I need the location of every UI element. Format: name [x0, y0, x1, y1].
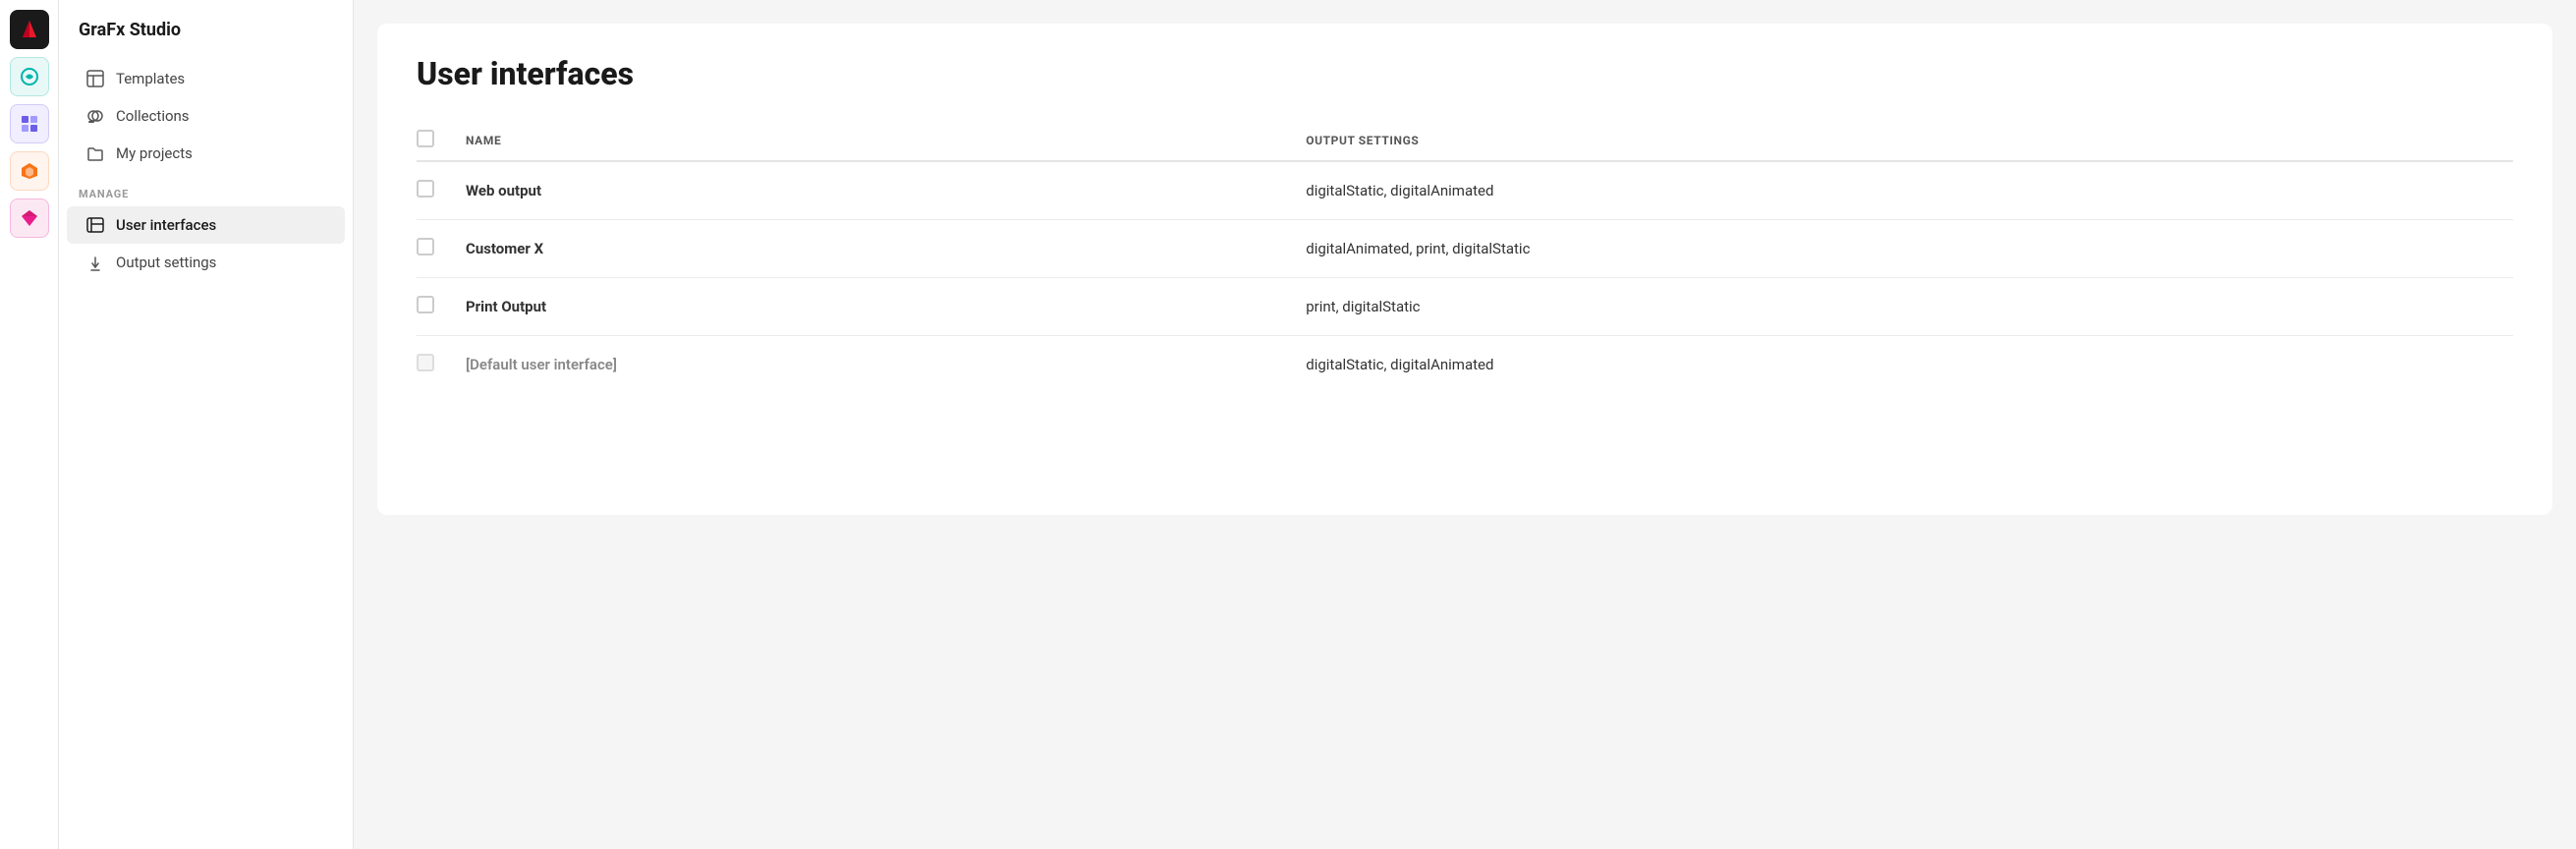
manage-section-label: MANAGE: [59, 172, 353, 206]
content-card: User interfaces NAME OUTPUT SETTINGS Web…: [377, 24, 2552, 515]
row-checkbox-0: [417, 161, 466, 220]
table-row: Web outputdigitalStatic, digitalAnimated: [417, 161, 2513, 220]
grafx-logo-icon[interactable]: [10, 10, 49, 49]
sidebar-item-outputsettings-label: Output settings: [116, 254, 216, 271]
sidebar-item-myprojects[interactable]: My projects: [67, 135, 345, 172]
checkbox-0[interactable]: [417, 180, 434, 198]
user-interfaces-table: NAME OUTPUT SETTINGS Web outputdigitalSt…: [417, 120, 2513, 393]
sidebar-item-templates[interactable]: Templates: [67, 60, 345, 97]
page-title: User interfaces: [417, 55, 2513, 92]
sidebar-item-outputsettings[interactable]: Output settings: [67, 244, 345, 281]
user-interfaces-icon: [86, 216, 104, 234]
row-checkbox-3: [417, 336, 466, 394]
sidebar-item-myprojects-label: My projects: [116, 144, 193, 162]
row-checkbox-2: [417, 278, 466, 336]
studio-icon[interactable]: [10, 57, 49, 96]
sidebar-item-userinterfaces-label: User interfaces: [116, 216, 216, 234]
checkbox-1[interactable]: [417, 238, 434, 255]
row-name-0: Web output: [466, 161, 1306, 220]
app-title: GraFx Studio: [59, 20, 353, 60]
frontify-icon[interactable]: [10, 151, 49, 191]
select-all-checkbox[interactable]: [417, 130, 434, 147]
templates-icon: [86, 70, 104, 87]
col-output-header: OUTPUT SETTINGS: [1306, 120, 2513, 161]
row-name-2: Print Output: [466, 278, 1306, 336]
table-header-row: NAME OUTPUT SETTINGS: [417, 120, 2513, 161]
row-output-2: print, digitalStatic: [1306, 278, 2513, 336]
row-name-3: [Default user interface]: [466, 336, 1306, 394]
row-output-3: digitalStatic, digitalAnimated: [1306, 336, 2513, 394]
main-content: User interfaces NAME OUTPUT SETTINGS Web…: [354, 0, 2576, 849]
gem-icon[interactable]: [10, 198, 49, 238]
projects-icon: [86, 144, 104, 162]
col-name-header: NAME: [466, 120, 1306, 161]
row-name-1: Customer X: [466, 220, 1306, 278]
sidebar-item-collections[interactable]: Collections: [67, 97, 345, 135]
row-checkbox-1: [417, 220, 466, 278]
row-output-0: digitalStatic, digitalAnimated: [1306, 161, 2513, 220]
col-checkbox-header: [417, 120, 466, 161]
sidebar-item-templates-label: Templates: [116, 70, 185, 87]
output-settings-icon: [86, 254, 104, 271]
sidebar: GraFx Studio Templates Collections: [59, 0, 354, 849]
icon-bar: [0, 0, 59, 849]
checkbox-2[interactable]: [417, 296, 434, 313]
row-output-1: digitalAnimated, print, digitalStatic: [1306, 220, 2513, 278]
collections-icon: [86, 107, 104, 125]
sidebar-item-userinterfaces[interactable]: User interfaces: [67, 206, 345, 244]
table-row: [Default user interface]digitalStatic, d…: [417, 336, 2513, 394]
table-row: Customer XdigitalAnimated, print, digita…: [417, 220, 2513, 278]
creative-icon[interactable]: [10, 104, 49, 143]
checkbox-3[interactable]: [417, 354, 434, 371]
sidebar-item-collections-label: Collections: [116, 107, 190, 125]
table-row: Print Outputprint, digitalStatic: [417, 278, 2513, 336]
